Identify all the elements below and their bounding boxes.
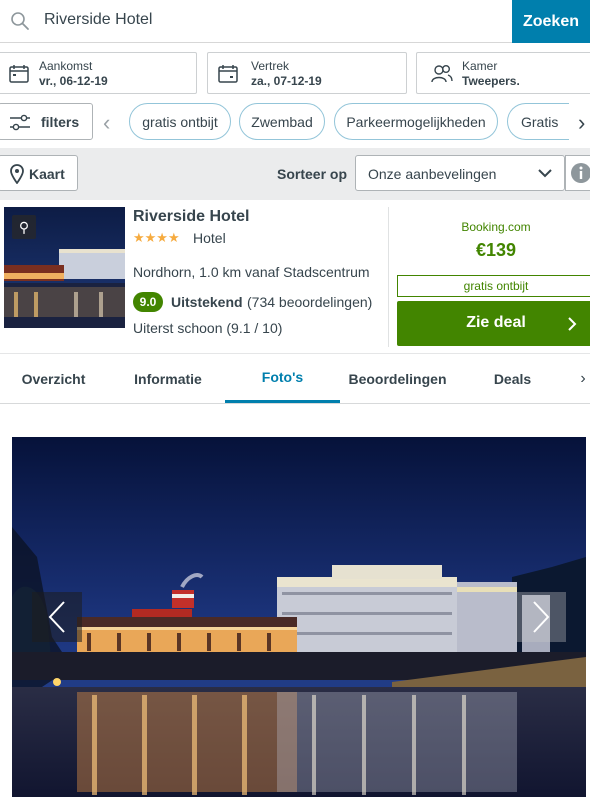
hotel-type: Hotel [193, 230, 226, 246]
tab-reviews[interactable]: Beoordelingen [340, 354, 455, 403]
room-field[interactable]: Kamer Tweepers. [416, 52, 590, 94]
checkout-field[interactable]: Vertrek za., 07-12-19 [207, 52, 407, 94]
search-button[interactable]: Zoeken [512, 0, 590, 43]
guests-icon [431, 65, 453, 83]
checkin-label: Aankomst [39, 59, 93, 73]
photo-gallery[interactable] [12, 437, 586, 797]
gallery-next-button[interactable] [516, 592, 566, 642]
cleanliness-score: Uiterst schoon (9.1 / 10) [133, 320, 283, 336]
map-button[interactable]: Kaart [0, 155, 78, 191]
hotel-location: Nordhorn, 1.0 km vanaf Stadscentrum [133, 264, 370, 280]
view-deal-label: Zie deal [466, 314, 526, 331]
hotel-card: ⚲ Riverside Hotel ★★★★ Hotel Nordhorn, 1… [0, 200, 590, 354]
map-label: Kaart [29, 166, 65, 182]
sort-bar: Kaart Sorteer op Onze aanbevelingen [0, 148, 590, 200]
star-rating: ★★★★ [133, 230, 180, 245]
filters-button[interactable]: filters [0, 103, 93, 140]
rating-count[interactable]: (734 beoordelingen) [247, 294, 372, 310]
chevron-left-icon[interactable]: ‹ [103, 110, 110, 136]
info-button[interactable] [565, 155, 590, 191]
checkout-label: Vertrek [251, 59, 290, 73]
deal-provider: Booking.com [461, 220, 531, 234]
perk-badge: gratis ontbijt [397, 275, 590, 297]
search-input[interactable]: Riverside Hotel [44, 11, 152, 29]
detail-tabs: Overzicht Informatie Foto's Beoordelinge… [0, 354, 590, 404]
sliders-icon [10, 114, 30, 131]
sort-selected-value: Onze aanbevelingen [368, 166, 497, 182]
room-value: Tweepers. [462, 74, 520, 88]
search-icon [11, 12, 29, 30]
filter-chip-free[interactable]: Gratis [507, 103, 569, 140]
hotel-photo [12, 437, 586, 797]
chevron-right-icon [568, 317, 577, 331]
chevron-down-icon [538, 169, 552, 178]
deal-price: €139 [475, 240, 517, 260]
calendar-icon [9, 65, 29, 83]
filter-chip-free-breakfast[interactable]: gratis ontbijt [129, 103, 231, 140]
chevron-right-icon[interactable]: › [578, 110, 585, 136]
sort-select[interactable]: Onze aanbevelingen [355, 155, 565, 191]
tab-information[interactable]: Informatie [112, 354, 224, 403]
checkin-field[interactable]: Aankomst vr., 06-12-19 [0, 52, 197, 94]
divider [388, 207, 389, 347]
chevron-left-icon [48, 601, 65, 633]
search-bar: Riverside Hotel Zoeken [0, 0, 590, 43]
chevron-right-icon [533, 601, 550, 633]
checkout-value: za., 07-12-19 [251, 74, 322, 88]
filter-chip-pool[interactable]: Zwembad [239, 103, 325, 140]
tab-photos[interactable]: Foto's [225, 354, 340, 403]
hotel-name[interactable]: Riverside Hotel [133, 208, 249, 226]
tab-overview[interactable]: Overzicht [0, 354, 107, 403]
calendar-icon [218, 65, 238, 83]
rating-badge: 9.0 [133, 292, 163, 312]
gallery-prev-button[interactable] [32, 592, 82, 642]
chevron-right-icon[interactable]: › [576, 354, 590, 403]
filters-label: filters [41, 114, 80, 130]
rating-word: Uitstekend [171, 294, 243, 310]
map-pin-icon [10, 164, 24, 184]
view-deal-button[interactable]: Zie deal [397, 301, 590, 346]
hotel-thumbnail[interactable]: ⚲ [4, 207, 125, 328]
pin-icon[interactable]: ⚲ [12, 215, 36, 239]
room-label: Kamer [462, 59, 498, 73]
tab-deals[interactable]: Deals [470, 354, 555, 403]
checkin-value: vr., 06-12-19 [39, 74, 108, 88]
sort-label: Sorteer op [277, 166, 348, 182]
info-icon [571, 163, 590, 183]
filter-bar: filters ‹ gratis ontbijt Zwembad Parkeer… [0, 101, 590, 141]
filter-chip-parking[interactable]: Parkeermogelijkheden [334, 103, 498, 140]
